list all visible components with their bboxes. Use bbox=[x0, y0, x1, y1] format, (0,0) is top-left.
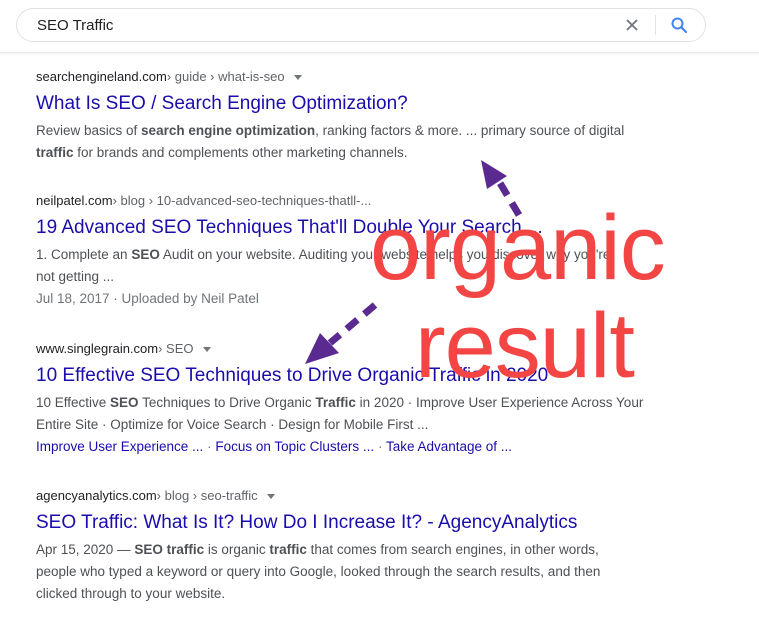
result-meta: Jul 18, 2017 · Uploaded by Neil Patel bbox=[36, 291, 259, 306]
snippet-bold: SEO traffic bbox=[134, 542, 205, 557]
snippet-text: 10 Effective bbox=[36, 395, 111, 410]
result-title-link[interactable]: SEO Traffic: What Is It? How Do I Increa… bbox=[36, 510, 676, 536]
sitelink[interactable]: Improve User Experience ... bbox=[36, 439, 203, 454]
search-input[interactable] bbox=[37, 9, 597, 41]
search-result: agencyanalytics.com › blog › seo-traffic… bbox=[36, 487, 676, 605]
snippet-text: for brands and complements other marketi… bbox=[73, 145, 408, 160]
search-icon[interactable] bbox=[667, 13, 691, 37]
result-path: › blog › seo-traffic bbox=[156, 488, 258, 503]
search-result: www.singlegrain.com › SEO 10 Effective S… bbox=[36, 340, 676, 458]
dropdown-arrow-icon[interactable] bbox=[266, 493, 275, 499]
searchbox-divider bbox=[655, 15, 656, 35]
search-header bbox=[0, 0, 759, 53]
result-domain: www.singlegrain.com bbox=[36, 341, 159, 356]
result-snippet: 10 Effective SEO Techniques to Drive Org… bbox=[36, 392, 646, 436]
result-path: › blog › 10-advanced-seo-techniques-that… bbox=[112, 193, 372, 208]
snippet-text: 1. Complete an bbox=[36, 247, 132, 262]
result-domain: neilpatel.com bbox=[36, 193, 113, 208]
result-title-link[interactable]: 10 Effective SEO Techniques to Drive Org… bbox=[36, 363, 676, 389]
result-snippet: 1. Complete an SEO Audit on your website… bbox=[36, 244, 616, 288]
snippet-bold: traffic bbox=[269, 542, 307, 557]
search-box[interactable] bbox=[16, 8, 706, 42]
snippet-bold: SEO bbox=[131, 247, 160, 262]
snippet-bold: Traffic bbox=[315, 395, 356, 410]
close-icon[interactable] bbox=[621, 14, 643, 36]
sitelink[interactable]: Take Advantage of ... bbox=[386, 439, 512, 454]
dropdown-arrow-icon[interactable] bbox=[202, 346, 211, 352]
sitelinks: Improve User Experience ... · Focus on T… bbox=[36, 436, 676, 458]
result-snippet: Apr 15, 2020 — SEO traffic is organic tr… bbox=[36, 539, 636, 605]
snippet-bold: traffic bbox=[36, 145, 74, 160]
result-title-link[interactable]: What Is SEO / Search Engine Optimization… bbox=[36, 91, 676, 117]
result-title-link[interactable]: 19 Advanced SEO Techniques That'll Doubl… bbox=[36, 215, 676, 241]
dropdown-arrow-icon[interactable] bbox=[293, 74, 302, 80]
result-snippet: Review basics of search engine optimizat… bbox=[36, 120, 626, 164]
result-url: agencyanalytics.com › blog › seo-traffic bbox=[36, 487, 676, 505]
snippet-bold: SEO bbox=[110, 395, 139, 410]
result-domain: agencyanalytics.com bbox=[36, 488, 157, 503]
sitelink-separator: · bbox=[377, 439, 386, 454]
result-url: www.singlegrain.com › SEO bbox=[36, 340, 676, 358]
result-path: › guide › what-is-seo bbox=[166, 69, 285, 84]
search-result: searchengineland.com › guide › what-is-s… bbox=[36, 68, 676, 164]
search-result: neilpatel.com › blog › 10-advanced-seo-t… bbox=[36, 192, 676, 310]
result-domain: searchengineland.com bbox=[36, 69, 167, 84]
snippet-text: Apr 15, 2020 — bbox=[36, 542, 135, 557]
result-url: searchengineland.com › guide › what-is-s… bbox=[36, 68, 676, 86]
result-url: neilpatel.com › blog › 10-advanced-seo-t… bbox=[36, 192, 676, 210]
snippet-bold: search engine optimization bbox=[141, 123, 316, 138]
result-path: › SEO bbox=[158, 341, 194, 356]
snippet-text: Review basics of bbox=[36, 123, 142, 138]
snippet-text: Techniques to Drive Organic bbox=[138, 395, 316, 410]
snippet-text: is organic bbox=[204, 542, 270, 557]
snippet-text: , ranking factors & more. ... primary so… bbox=[315, 123, 625, 138]
sitelink[interactable]: Focus on Topic Clusters ... bbox=[215, 439, 374, 454]
